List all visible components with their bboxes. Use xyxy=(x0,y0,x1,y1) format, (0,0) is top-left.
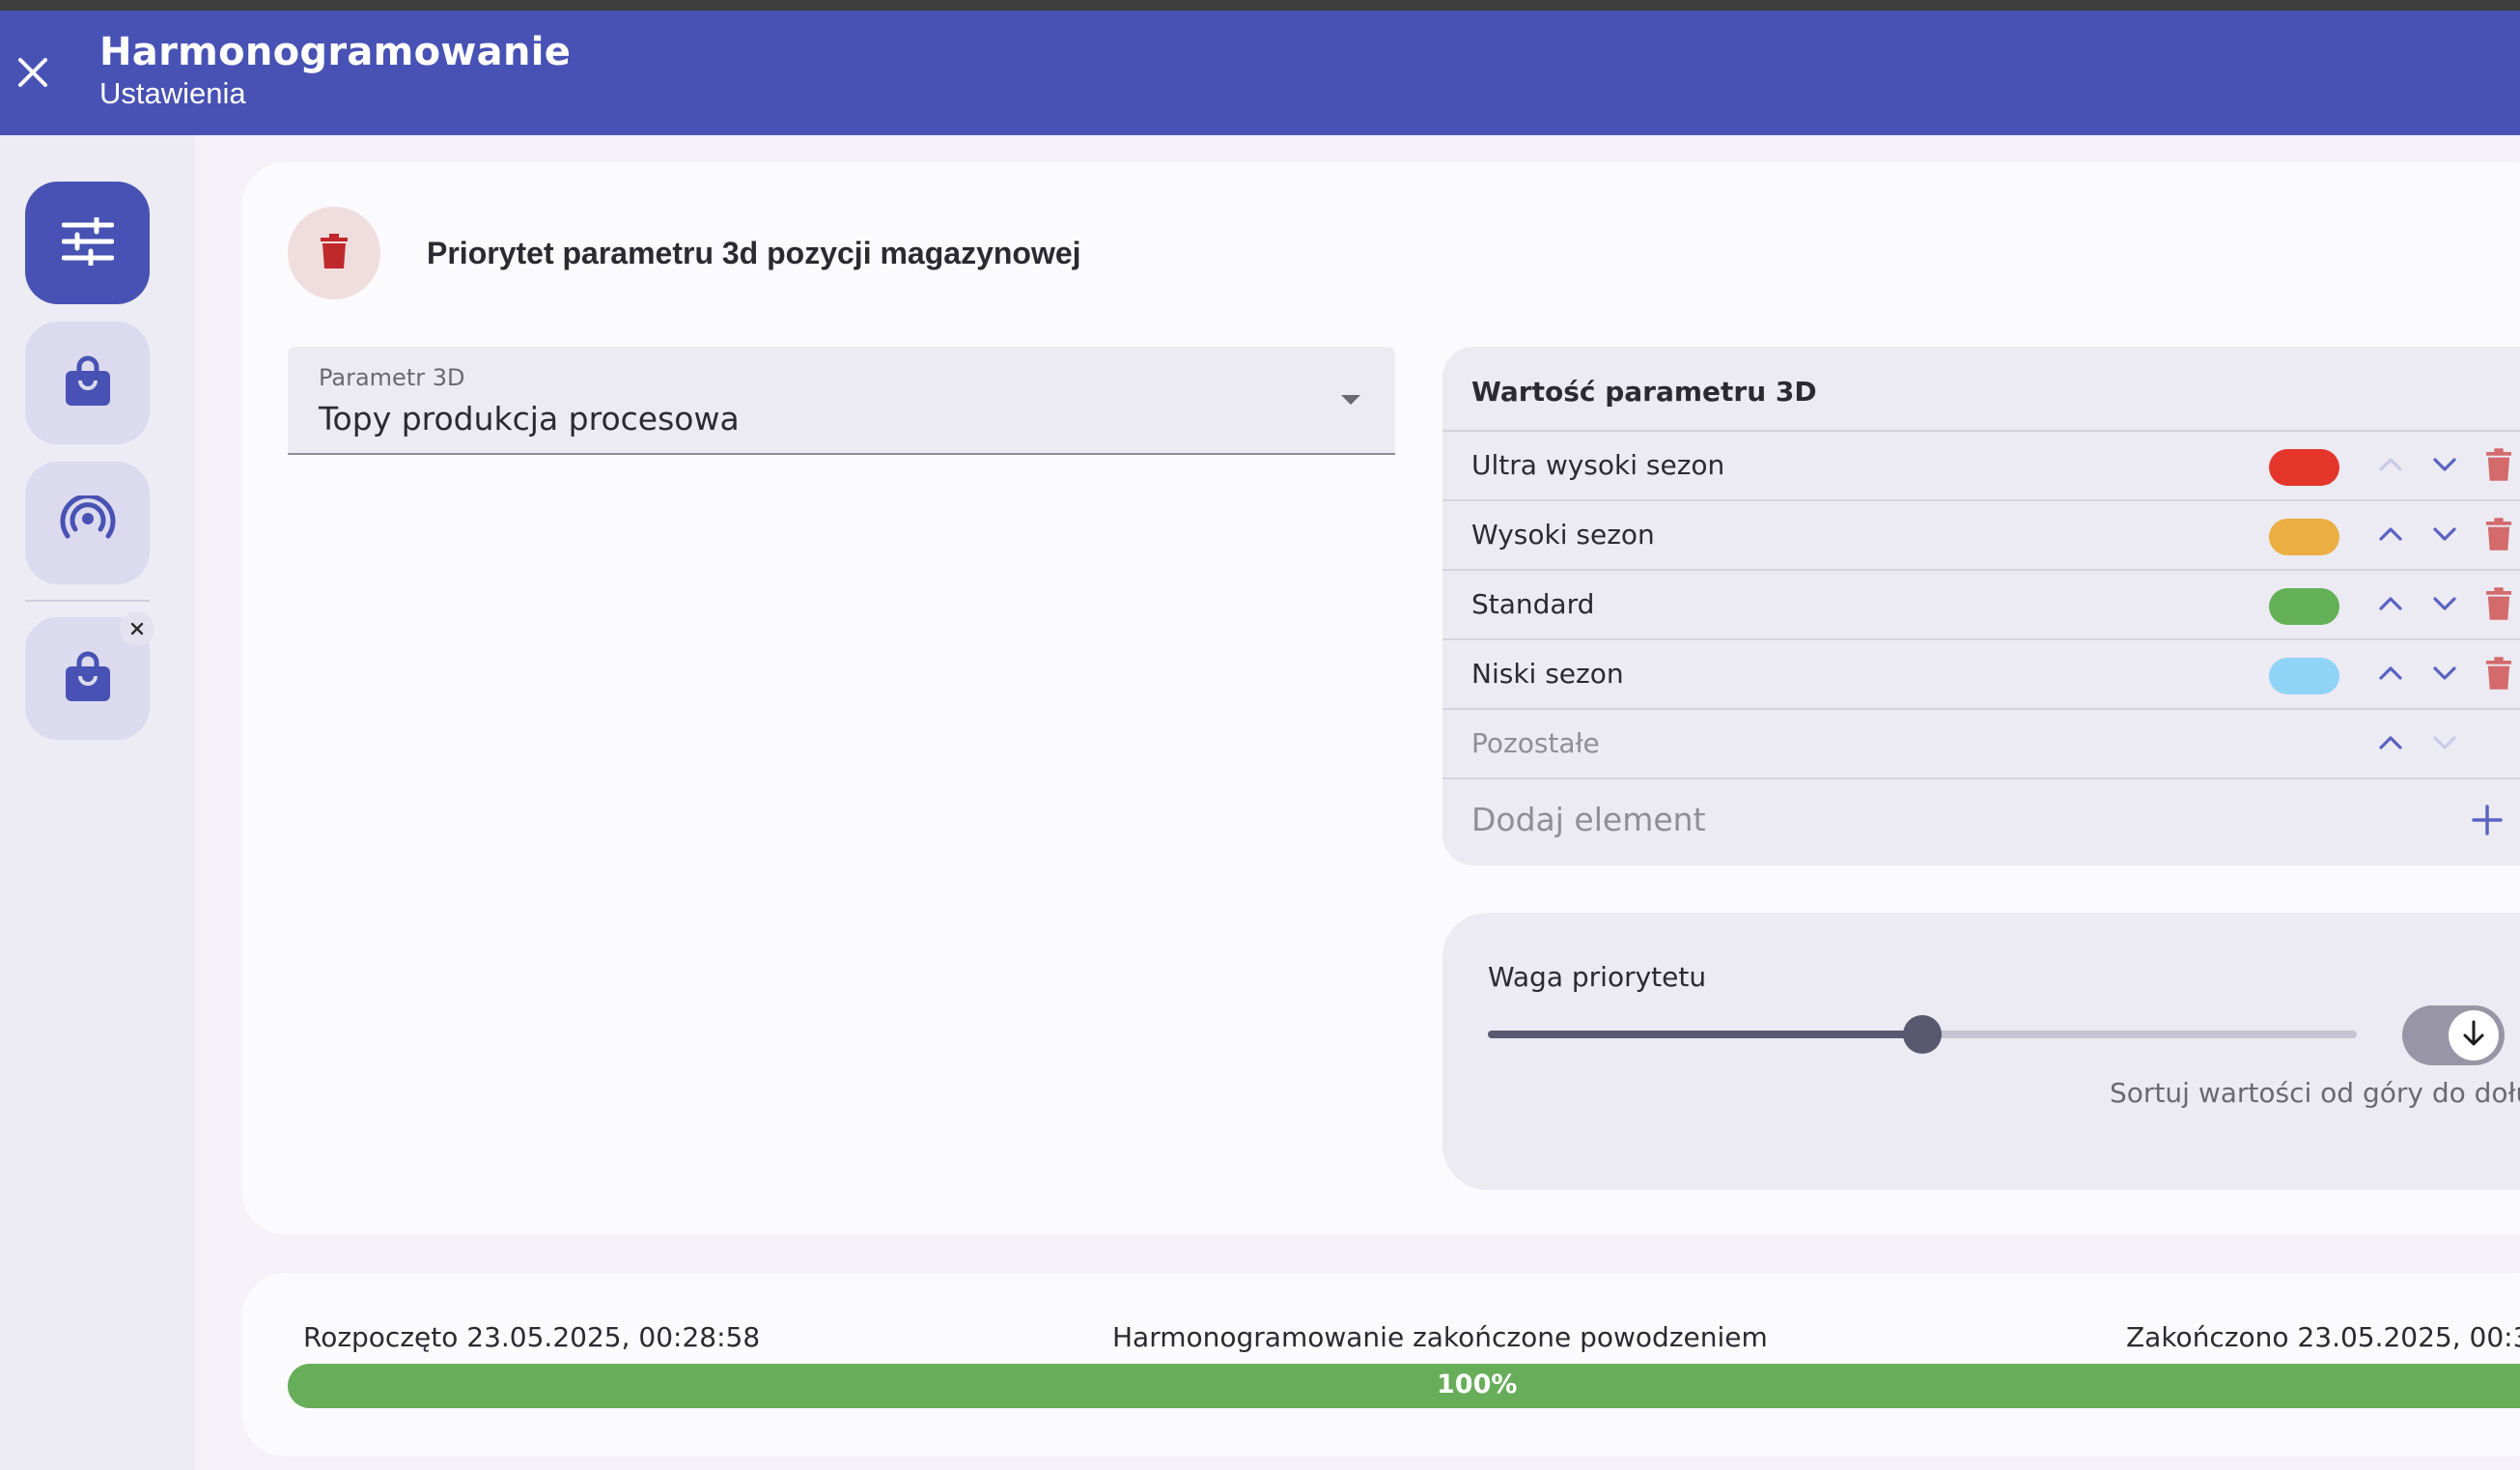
move-down-button xyxy=(2423,723,2466,766)
value-name: Ultra wysoki sezon xyxy=(1471,449,1725,481)
chevron-up-icon xyxy=(2378,596,2403,615)
delete-value-button[interactable] xyxy=(2478,515,2520,557)
chevron-down-icon xyxy=(2432,526,2457,546)
parameter-3d-select[interactable]: Parametr 3D Topy produkcja procesowa xyxy=(288,347,1395,455)
move-down-button[interactable] xyxy=(2423,654,2466,696)
sort-label: Sortuj wartości od góry do dołu xyxy=(2110,1077,2520,1109)
move-up-button[interactable] xyxy=(2369,584,2412,627)
values-header: Wartość parametru 3D xyxy=(1471,376,1817,408)
select-label: Parametr 3D xyxy=(319,364,465,391)
sidebar-item-settings[interactable] xyxy=(25,182,150,304)
delete-value-button[interactable] xyxy=(2478,445,2520,488)
card-title: Priorytet parametru 3d pozycji magazynow… xyxy=(427,236,1081,270)
slider-thumb[interactable] xyxy=(1903,1015,1942,1054)
color-swatch[interactable] xyxy=(2269,658,2339,694)
plus-icon xyxy=(2470,803,2505,841)
priority-weight-panel: Waga priorytetu Sortuj wartości od góry … xyxy=(1442,913,2520,1190)
chevron-up-icon xyxy=(2378,526,2403,546)
sort-toggle[interactable] xyxy=(2402,1005,2505,1065)
chevron-down-icon xyxy=(2432,735,2457,754)
color-swatch[interactable] xyxy=(2269,519,2339,555)
progress-bar: 100% xyxy=(288,1364,2520,1408)
remove-pinned-close-icon[interactable] xyxy=(120,611,154,646)
trash-icon xyxy=(2486,448,2511,485)
value-name: Niski sezon xyxy=(1471,658,1624,690)
sidebar-item-broadcast[interactable] xyxy=(25,462,150,584)
chevron-up-icon xyxy=(2378,735,2403,754)
trash-icon xyxy=(2486,587,2511,624)
move-up-button[interactable] xyxy=(2369,515,2412,557)
sidebar xyxy=(0,135,195,1470)
value-name: Wysoki sezon xyxy=(1471,519,1655,551)
chevron-down-icon xyxy=(2432,596,2457,615)
value-row: Standard xyxy=(1442,569,2520,638)
delete-value-button[interactable] xyxy=(2478,584,2520,627)
value-name: Pozostałe xyxy=(1471,727,1600,759)
started-time: Rozpoczęto 23.05.2025, 00:28:58 xyxy=(303,1321,761,1353)
move-up-button[interactable] xyxy=(2369,723,2412,766)
move-down-button[interactable] xyxy=(2423,515,2466,557)
trash-icon xyxy=(2486,657,2511,693)
finished-time: Zakończono 23.05.2025, 00:31:1 xyxy=(2126,1321,2520,1353)
sidebar-item-bag[interactable] xyxy=(25,322,150,444)
status-panel: Rozpoczęto 23.05.2025, 00:28:58 Harmonog… xyxy=(241,1273,2520,1456)
value-row: Niski sezon xyxy=(1442,638,2520,708)
chevron-up-icon xyxy=(2378,457,2403,476)
chevron-down-icon xyxy=(2432,665,2457,685)
slider-fill xyxy=(1488,1031,1922,1038)
parameter-values-panel: Wartość parametru 3D Ultra wysoki sezon … xyxy=(1442,347,2520,865)
arrow-down-icon xyxy=(2461,1020,2486,1051)
move-down-button[interactable] xyxy=(2423,584,2466,627)
status-message: Harmonogramowanie zakończone powodzeniem xyxy=(1112,1321,1768,1353)
select-value: Topy produkcja procesowa xyxy=(319,400,740,438)
sliders-icon xyxy=(61,215,114,269)
toggle-knob xyxy=(2449,1010,2499,1060)
trash-icon xyxy=(321,234,348,272)
value-name: Standard xyxy=(1471,588,1595,620)
move-up-button[interactable] xyxy=(2369,654,2412,696)
shopping-bag-icon xyxy=(64,651,112,707)
trash-icon xyxy=(2486,518,2511,554)
close-icon[interactable] xyxy=(14,54,51,91)
sidebar-divider xyxy=(25,600,150,602)
window-top-edge xyxy=(0,0,2520,11)
chevron-down-icon xyxy=(2432,457,2457,476)
broadcast-icon xyxy=(60,493,116,551)
color-swatch[interactable] xyxy=(2269,588,2339,625)
page-subtitle: Ustawienia xyxy=(99,76,246,110)
shopping-bag-icon xyxy=(64,355,112,411)
app-bar: Harmonogramowanie Ustawienia xyxy=(0,11,2520,135)
delete-value-button[interactable] xyxy=(2478,654,2520,696)
progress-fill xyxy=(288,1364,2520,1408)
add-element-button[interactable]: Dodaj element xyxy=(1442,777,2520,865)
move-down-button[interactable] xyxy=(2423,445,2466,488)
value-row: Ultra wysoki sezon xyxy=(1442,430,2520,499)
page-title: Harmonogramowanie xyxy=(99,30,572,74)
value-row: Wysoki sezon xyxy=(1442,499,2520,569)
progress-label: 100% xyxy=(1437,1370,1518,1399)
weight-label: Waga priorytetu xyxy=(1488,961,1707,993)
color-swatch[interactable] xyxy=(2269,449,2339,486)
delete-priority-button[interactable] xyxy=(288,207,380,299)
chevron-up-icon xyxy=(2378,665,2403,685)
weight-slider[interactable] xyxy=(1488,1015,2357,1054)
add-element-label: Dodaj element xyxy=(1471,801,1706,838)
move-up-button[interactable] xyxy=(2369,445,2412,488)
dropdown-arrow-icon xyxy=(1341,395,1360,405)
value-row-rest: Pozostałe xyxy=(1442,708,2520,777)
